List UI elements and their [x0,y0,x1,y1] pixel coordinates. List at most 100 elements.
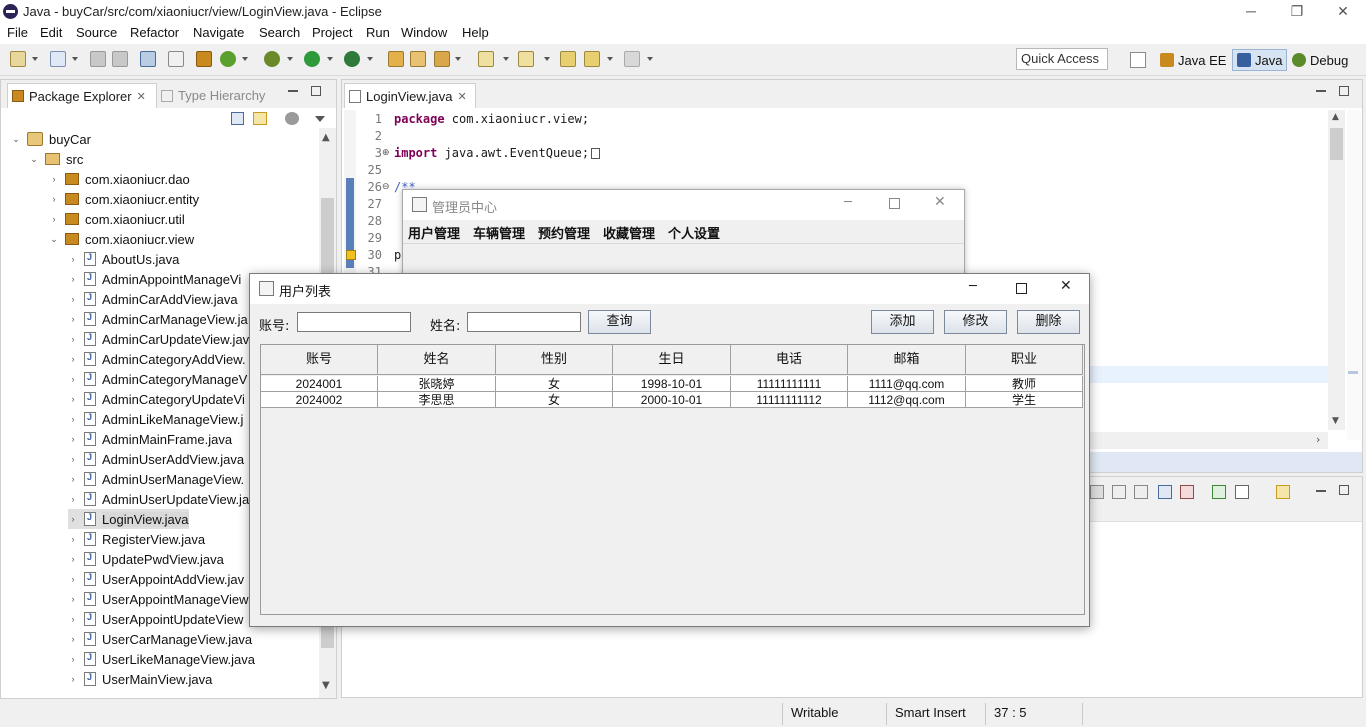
collapse-all-icon[interactable] [231,112,244,125]
menu-car-management[interactable]: 车辆管理 [473,223,525,242]
name-input[interactable] [467,312,581,332]
table-cell[interactable]: 2024002 [261,392,378,408]
menu-project[interactable]: Project [312,25,352,40]
collapsed-chevron-icon[interactable]: › [68,534,78,544]
menu-file[interactable]: File [7,25,28,40]
last-edit-icon[interactable] [560,51,576,67]
table-cell[interactable]: 学生 [966,392,1083,408]
scroll-up-icon[interactable]: ▲ [322,132,330,143]
collapsed-chevron-icon[interactable]: › [68,674,78,684]
perspective-java[interactable]: Java [1232,49,1288,71]
table-cell[interactable]: 2000-10-01 [613,392,731,408]
tree-item-file[interactable]: › AdminLikeManageView.j [68,409,244,429]
minimize-button[interactable]: ─ [1228,0,1274,24]
maximize-view-icon[interactable] [311,86,321,96]
new-java-icon[interactable] [50,51,66,67]
table-cell[interactable]: 李思思 [378,392,496,408]
column-header[interactable]: 电话 [731,345,848,375]
expanded-chevron-icon[interactable]: ⌄ [49,234,59,245]
expanded-chevron-icon[interactable]: ⌄ [29,154,39,165]
user-list-minimize-button[interactable]: ─ [969,279,977,294]
menu-appointment-management[interactable]: 预约管理 [538,223,590,242]
user-list-close-button[interactable]: ✕ [1060,278,1072,294]
tree-item-file[interactable]: › UserCarManageView.java [68,629,253,649]
menu-help[interactable]: Help [462,25,489,40]
back-icon[interactable] [584,51,600,67]
close-tab-icon[interactable]: ✕ [137,90,146,103]
tree-item-file[interactable]: › AdminCategoryManageV [68,369,248,389]
edit-button[interactable]: 修改 [944,310,1007,334]
menu-user-management[interactable]: 用户管理 [408,223,460,242]
collapsed-chevron-icon[interactable]: › [68,314,78,324]
tree-item-file[interactable]: › AdminUserAddView.java [68,449,245,469]
table-cell[interactable]: 11111111111 [731,376,848,392]
table-cell[interactable]: 1111@qq.com [848,376,966,392]
tree-item-file[interactable]: › AdminCarManageView.ja [68,309,248,329]
menu-refactor[interactable]: Refactor [130,25,179,40]
maximize-button[interactable]: ❐ [1274,0,1320,24]
open-perspective-icon[interactable] [1130,52,1146,68]
next-annotation-icon[interactable] [518,51,534,67]
editor-vscrollbar[interactable]: ▲ ▼ [1328,110,1345,430]
admin-close-button[interactable]: ✕ [934,194,946,210]
fold-collapse-icon[interactable]: ⊖ [382,179,390,196]
collapsed-chevron-icon[interactable]: › [49,194,59,204]
refresh-icon[interactable] [220,51,236,67]
remove-all-icon[interactable] [1112,485,1126,499]
collapsed-chevron-icon[interactable]: › [49,214,59,224]
column-header[interactable]: 姓名 [378,345,496,375]
link-editor-icon[interactable] [253,112,267,125]
column-header[interactable]: 生日 [613,345,731,375]
tree-item-file[interactable]: › AdminMainFrame.java [68,429,233,449]
view-menu-icon[interactable] [315,116,325,122]
collapsed-chevron-icon[interactable]: › [68,334,78,344]
package-icon[interactable] [196,51,212,67]
column-header[interactable]: 性别 [496,345,613,375]
collapsed-chevron-icon[interactable]: › [68,574,78,584]
minimize-view-icon[interactable] [288,90,298,92]
filter-icon[interactable] [285,112,299,125]
scroll-thumb[interactable] [1330,128,1343,160]
tree-item-file[interactable]: › AdminUserManageView. [68,469,245,489]
tree-item-file[interactable]: › UserAppointManageView [68,589,249,609]
collapsed-chevron-icon[interactable]: › [68,274,78,284]
console-icon[interactable] [140,51,156,67]
collapsed-chevron-icon[interactable]: › [68,474,78,484]
tree-item-package[interactable]: ⌄ com.xiaoniucr.view [49,229,194,249]
collapsed-chevron-icon[interactable]: › [68,354,78,364]
annotation-icon[interactable] [478,51,494,67]
remove-launch-icon[interactable] [1090,485,1104,499]
fold-expand-icon[interactable]: ⊕ [382,145,390,162]
collapsed-chevron-icon[interactable]: › [68,554,78,564]
scroll-down-icon[interactable]: ▼ [1332,416,1339,426]
tree-item-package[interactable]: › com.xiaoniucr.entity [49,189,200,209]
collapsed-chevron-icon[interactable]: › [68,394,78,404]
menu-edit[interactable]: Edit [40,25,62,40]
collapsed-chevron-icon[interactable]: › [68,454,78,464]
save-all-icon[interactable] [112,51,128,67]
minimize-editor-icon[interactable] [1316,90,1326,92]
scroll-down-icon[interactable]: ▼ [322,680,330,691]
quick-access-input[interactable]: Quick Access [1016,48,1108,70]
maximize-console-icon[interactable] [1339,485,1349,495]
table-cell[interactable]: 2024001 [261,376,378,392]
collapsed-chevron-icon[interactable]: › [68,434,78,444]
table-cell[interactable]: 张晓婷 [378,376,496,392]
collapsed-chevron-icon[interactable]: › [68,294,78,304]
admin-maximize-button[interactable] [889,198,900,209]
tab-loginview[interactable]: LoginView.java ✕ [344,83,476,108]
tree-item-file[interactable]: › AdminCarUpdateView.jav [68,329,250,349]
open-type-icon[interactable] [388,51,404,67]
collapsed-chevron-icon[interactable]: › [68,654,78,664]
menu-window[interactable]: Window [401,25,447,40]
collapsed-chevron-icon[interactable]: › [68,634,78,644]
forward-icon[interactable] [624,51,640,67]
tree-item-file[interactable]: › UpdatePwdView.java [68,549,224,569]
perspective-java-ee[interactable]: Java EE [1156,49,1230,71]
tree-item-package[interactable]: › com.xiaoniucr.util [49,209,185,229]
tree-item-file[interactable]: › AdminCarAddView.java [68,289,238,309]
perspective-debug[interactable]: Debug [1288,49,1352,71]
tree-item-file[interactable]: › AdminCategoryUpdateVi [68,389,245,409]
collapsed-chevron-icon[interactable]: › [68,414,78,424]
word-wrap-icon[interactable] [1158,485,1172,499]
